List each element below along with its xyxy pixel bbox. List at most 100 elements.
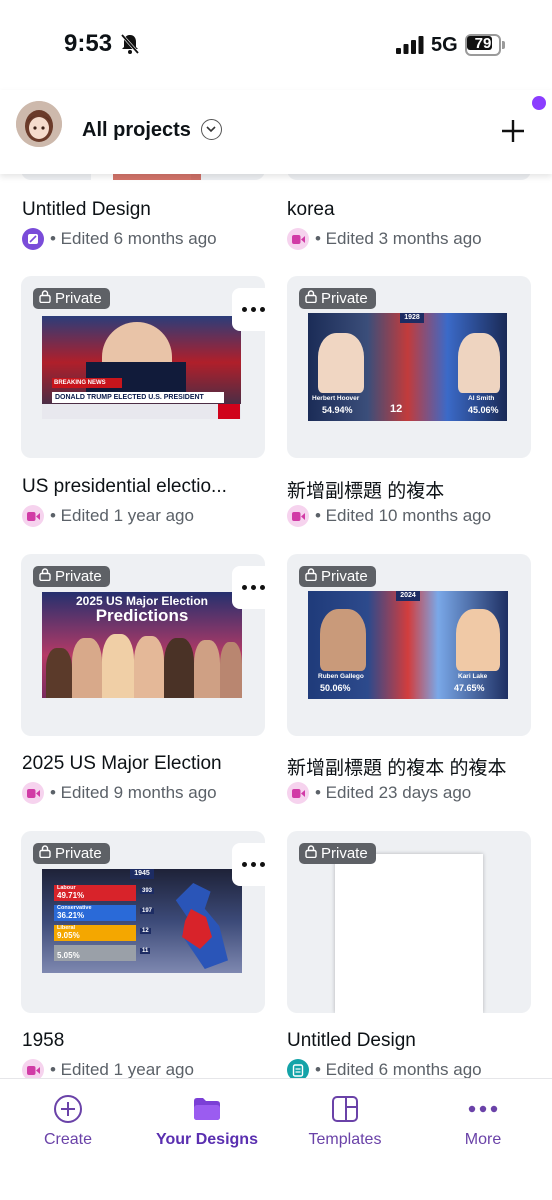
result-pct: 5.05% bbox=[57, 951, 80, 960]
design-title[interactable]: Untitled Design bbox=[22, 199, 151, 221]
thumb-right-pct: 47.65% bbox=[454, 683, 485, 693]
video-icon bbox=[287, 782, 309, 804]
thumb-left-name: Herbert Hoover bbox=[312, 395, 360, 402]
design-meta: • Edited 9 months ago bbox=[22, 782, 217, 804]
bottom-nav: Create Your Designs Templates More bbox=[0, 1078, 552, 1200]
design-thumbnail[interactable] bbox=[287, 174, 531, 180]
thumb-tag: BREAKING NEWS bbox=[52, 378, 122, 388]
result-seats: 393 bbox=[140, 888, 155, 894]
lock-icon bbox=[39, 845, 51, 862]
private-badge: Private bbox=[299, 288, 376, 309]
design-title[interactable]: 新增副標題 的複本 的複本 bbox=[287, 753, 507, 780]
thumb-line2: Predictions bbox=[95, 606, 189, 625]
design-meta: • Edited 6 months ago bbox=[22, 228, 217, 250]
more-options-button[interactable] bbox=[0, 288, 9, 331]
thumb-right-name: Kari Lake bbox=[458, 673, 488, 680]
more-dots-icon bbox=[468, 1093, 498, 1125]
result-pct: 49.71% bbox=[57, 891, 85, 900]
design-title[interactable]: 2025 US Major Election bbox=[22, 753, 222, 775]
design-title[interactable]: US presidential electio... bbox=[22, 476, 227, 498]
result-row: Conservative 36.21% bbox=[54, 905, 136, 921]
status-time: 9:53 bbox=[64, 30, 113, 57]
result-row: Liberal 9.05% bbox=[54, 925, 136, 941]
video-icon bbox=[22, 782, 44, 804]
more-options-button[interactable] bbox=[0, 843, 9, 886]
private-badge: Private bbox=[299, 843, 376, 864]
more-options-button[interactable] bbox=[232, 566, 275, 609]
nav-your-designs[interactable]: Your Designs bbox=[147, 1093, 267, 1149]
thumb-year: 2024 bbox=[396, 591, 420, 601]
design-meta: • Edited 1 year ago bbox=[22, 1059, 194, 1078]
private-badge: Private bbox=[33, 843, 110, 864]
thumb-headline: DONALD TRUMP ELECTED U.S. PRESIDENT bbox=[52, 392, 224, 403]
thumb-right-pct: 45.06% bbox=[468, 405, 499, 415]
thumbnail-image: 2025 US Major Election Predictions bbox=[42, 592, 242, 698]
lock-icon bbox=[39, 290, 51, 307]
thumbnail-image: 1928 Herbert Hoover 54.94% 12 Al Smith 4… bbox=[308, 313, 507, 421]
private-badge: Private bbox=[33, 288, 110, 309]
doc-icon bbox=[287, 1059, 309, 1078]
network-type: 5G bbox=[431, 34, 458, 56]
thumbnail-image: 1945 Labour 49.71% 393 Conservative 36.21% 19… bbox=[42, 869, 242, 973]
thumb-year: 1945 bbox=[130, 869, 154, 879]
design-meta: • Edited 23 days ago bbox=[287, 782, 471, 804]
page-title[interactable]: All projects bbox=[82, 119, 191, 142]
design-thumbnail[interactable] bbox=[21, 174, 265, 180]
app-header: All projects bbox=[0, 90, 552, 174]
thumb-year: 1928 bbox=[400, 313, 424, 323]
nav-more[interactable]: More bbox=[423, 1093, 543, 1149]
design-title[interactable]: Untitled Design bbox=[287, 1030, 416, 1052]
video-icon bbox=[22, 1059, 44, 1078]
user-avatar[interactable] bbox=[16, 101, 62, 147]
result-seats: 12 bbox=[140, 928, 151, 934]
design-meta: • Edited 1 year ago bbox=[22, 505, 194, 527]
result-pct: 36.21% bbox=[57, 911, 85, 920]
video-icon bbox=[287, 228, 309, 250]
battery-level: 79 bbox=[474, 35, 492, 52]
status-bar: 9:53 5G 79 bbox=[0, 0, 552, 90]
private-badge: Private bbox=[33, 566, 110, 587]
thumb-ev: 12 bbox=[390, 403, 403, 415]
thumb-left-name: Ruben Gallego bbox=[318, 673, 364, 680]
more-options-button[interactable] bbox=[0, 566, 9, 609]
result-row: 5.05% bbox=[54, 945, 136, 961]
thumbnail-image: 2024 Ruben Gallego 50.06% Kari Lake 47.6… bbox=[308, 591, 508, 699]
design-meta: • Edited 3 months ago bbox=[287, 228, 482, 250]
design-icon bbox=[22, 228, 44, 250]
thumb-right-name: Al Smith bbox=[468, 395, 495, 402]
lock-icon bbox=[39, 568, 51, 585]
thumb-left-pct: 50.06% bbox=[320, 683, 351, 693]
thumb-left-pct: 54.94% bbox=[322, 405, 353, 415]
nav-create[interactable]: Create bbox=[8, 1093, 128, 1149]
design-title[interactable]: korea bbox=[287, 199, 335, 221]
result-pct: 9.05% bbox=[57, 931, 80, 940]
video-icon bbox=[287, 505, 309, 527]
plus-circle-icon bbox=[53, 1093, 83, 1125]
design-meta: • Edited 10 months ago bbox=[287, 505, 491, 527]
lock-icon bbox=[305, 290, 317, 307]
design-meta: • Edited 6 months ago bbox=[287, 1059, 482, 1078]
plus-icon[interactable] bbox=[498, 116, 528, 146]
more-options-button[interactable] bbox=[232, 288, 275, 331]
battery-icon: 79 bbox=[465, 34, 505, 56]
thumbnail-image bbox=[335, 854, 483, 1013]
private-badge: Private bbox=[299, 566, 376, 587]
design-title[interactable]: 1958 bbox=[22, 1030, 64, 1052]
more-options-button[interactable] bbox=[232, 843, 275, 886]
design-title[interactable]: 新增副標題 的複本 bbox=[287, 476, 444, 503]
folder-icon bbox=[192, 1093, 222, 1125]
result-seats: 197 bbox=[140, 908, 155, 914]
nav-templates[interactable]: Templates bbox=[285, 1093, 405, 1149]
designs-grid: Untitled Design • Edited 6 months ago ko… bbox=[0, 174, 552, 1078]
video-icon bbox=[22, 505, 44, 527]
bell-muted-icon bbox=[120, 33, 140, 60]
notification-dot bbox=[532, 96, 546, 110]
result-row: Labour 49.71% bbox=[54, 885, 136, 901]
cellular-signal-icon bbox=[396, 36, 424, 59]
lock-icon bbox=[305, 845, 317, 862]
lock-icon bbox=[305, 568, 317, 585]
chevron-down-icon[interactable] bbox=[201, 119, 222, 140]
thumbnail-image: BREAKING NEWS DONALD TRUMP ELECTED U.S. … bbox=[42, 316, 241, 419]
result-seats: 11 bbox=[140, 948, 151, 954]
templates-icon bbox=[331, 1093, 359, 1125]
